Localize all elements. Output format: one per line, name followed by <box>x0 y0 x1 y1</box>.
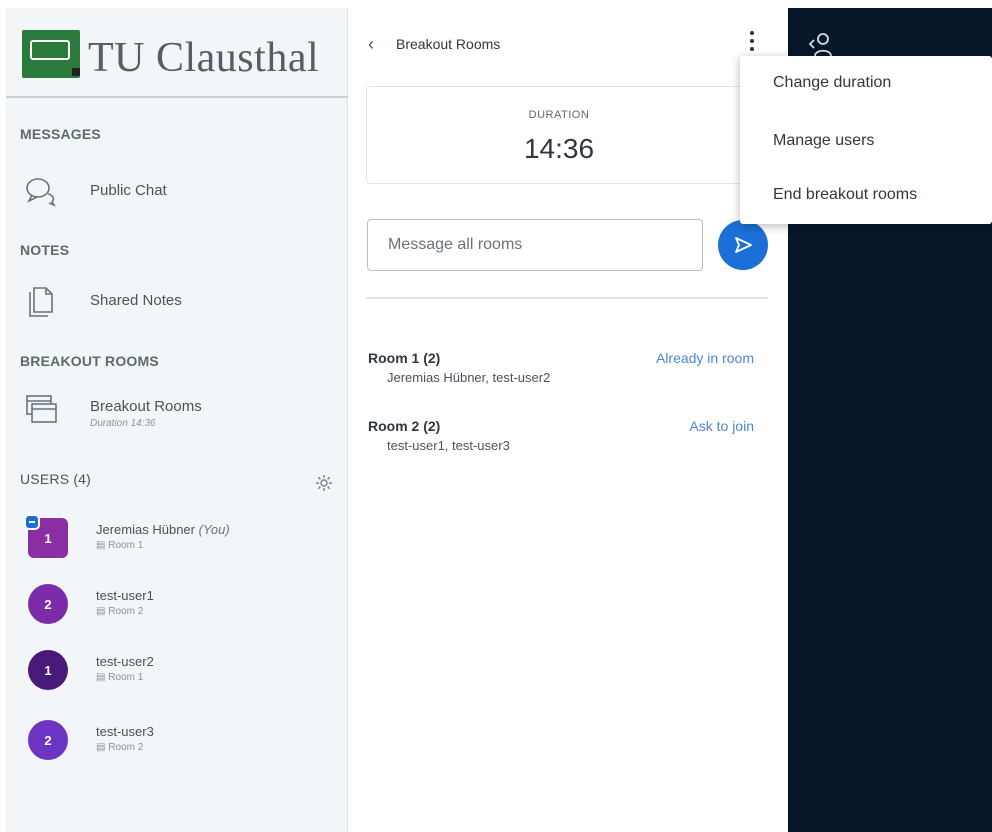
more-options-icon[interactable] <box>746 30 758 52</box>
avatar: 1 <box>28 650 68 690</box>
breakout-duration-sub: Duration 14:36 <box>90 418 156 429</box>
room-item: Room 2 (2) Ask to join test-user1, test-… <box>368 418 758 468</box>
back-chevron-icon[interactable]: ‹ <box>368 34 374 55</box>
user-name: Jeremias Hübner (You) <box>96 522 230 537</box>
user-room: ▤ Room 2 <box>96 606 144 617</box>
avatar-initial: 1 <box>44 662 52 678</box>
message-all-rooms-input[interactable] <box>367 219 703 271</box>
breakout-section-title: BREAKOUT ROOMS <box>20 353 159 369</box>
user-room: ▤ Room 1 <box>96 672 144 683</box>
sidebar: TU Clausthal MESSAGES Public Chat NOTES … <box>6 8 348 832</box>
logo: TU Clausthal <box>22 26 342 96</box>
user-room-text: Room 1 <box>108 540 144 551</box>
shared-notes-label: Shared Notes <box>90 292 182 309</box>
end-breakout-rooms-menu-item[interactable]: End breakout rooms <box>773 186 917 204</box>
user-name: test-user1 <box>96 588 154 603</box>
user-room: ▤ Room 1 <box>96 540 144 551</box>
chat-icon <box>26 178 57 207</box>
change-duration-menu-item[interactable]: Change duration <box>773 74 891 92</box>
user-item[interactable]: 2 test-user1 ▤ Room 2 <box>24 580 344 630</box>
already-in-room-link[interactable]: Already in room <box>656 350 754 366</box>
breakout-rooms-item[interactable]: Breakout Rooms Duration 14:36 <box>20 390 340 434</box>
room-users: Jeremias Hübner, test-user2 <box>387 370 551 385</box>
user-room-text: Room 2 <box>108 606 144 617</box>
logo-emblem <box>22 30 80 78</box>
room-users: test-user1, test-user3 <box>387 438 510 453</box>
breakout-rooms-icon <box>26 395 57 423</box>
notes-icon <box>29 287 53 317</box>
notes-section-title: NOTES <box>20 242 70 258</box>
user-room: ▤ Room 2 <box>96 742 144 753</box>
send-icon <box>735 237 752 253</box>
messages-section-title: MESSAGES <box>20 126 101 142</box>
logo-text: TU Clausthal <box>88 35 320 81</box>
user-item[interactable]: 1 test-user2 ▤ Room 1 <box>24 646 344 696</box>
panel-divider <box>366 297 768 299</box>
you-tag: (You) <box>198 522 230 537</box>
avatar: 2 <box>28 584 68 624</box>
logo-divider <box>6 96 348 98</box>
breakout-options-menu: Change duration Manage users End breakou… <box>740 56 992 224</box>
avatar-initial: 2 <box>44 596 52 612</box>
room-name: Room 1 (2) <box>368 350 441 366</box>
manage-users-menu-item[interactable]: Manage users <box>773 132 874 150</box>
shared-notes-item[interactable]: Shared Notes <box>20 282 340 326</box>
avatar-initial: 1 <box>44 530 52 546</box>
user-name: test-user2 <box>96 654 154 669</box>
gear-icon[interactable] <box>315 474 333 492</box>
public-chat-item[interactable]: Public Chat <box>20 172 340 216</box>
duration-time: 14:36 <box>523 133 595 164</box>
duration-label: DURATION <box>528 109 590 121</box>
send-button[interactable] <box>718 220 768 270</box>
user-name: test-user3 <box>96 724 154 739</box>
presenter-icon <box>24 514 40 530</box>
user-room-text: Room 2 <box>108 742 144 753</box>
users-section-title: USERS (4) <box>20 471 92 487</box>
user-item[interactable]: 2 test-user3 ▤ Room 2 <box>24 716 344 766</box>
breakout-rooms-label: Breakout Rooms <box>90 398 202 415</box>
user-item[interactable]: 1 Jeremias Hübner (You) ▤ Room 1 <box>24 514 344 564</box>
room-item: Room 1 (2) Already in room Jeremias Hübn… <box>368 350 758 400</box>
user-name-text: Jeremias Hübner <box>96 522 195 537</box>
user-room-text: Room 1 <box>108 672 144 683</box>
room-name: Room 2 (2) <box>368 418 441 434</box>
public-chat-label: Public Chat <box>90 182 167 199</box>
avatar: 2 <box>28 720 68 760</box>
duration-card: DURATION 14:36 <box>366 86 752 184</box>
panel-title[interactable]: Breakout Rooms <box>396 36 500 52</box>
ask-to-join-link[interactable]: Ask to join <box>689 418 754 434</box>
breakout-panel: ‹ Breakout Rooms DURATION 14:36 Room 1 (… <box>348 8 788 832</box>
avatar-initial: 2 <box>44 732 52 748</box>
